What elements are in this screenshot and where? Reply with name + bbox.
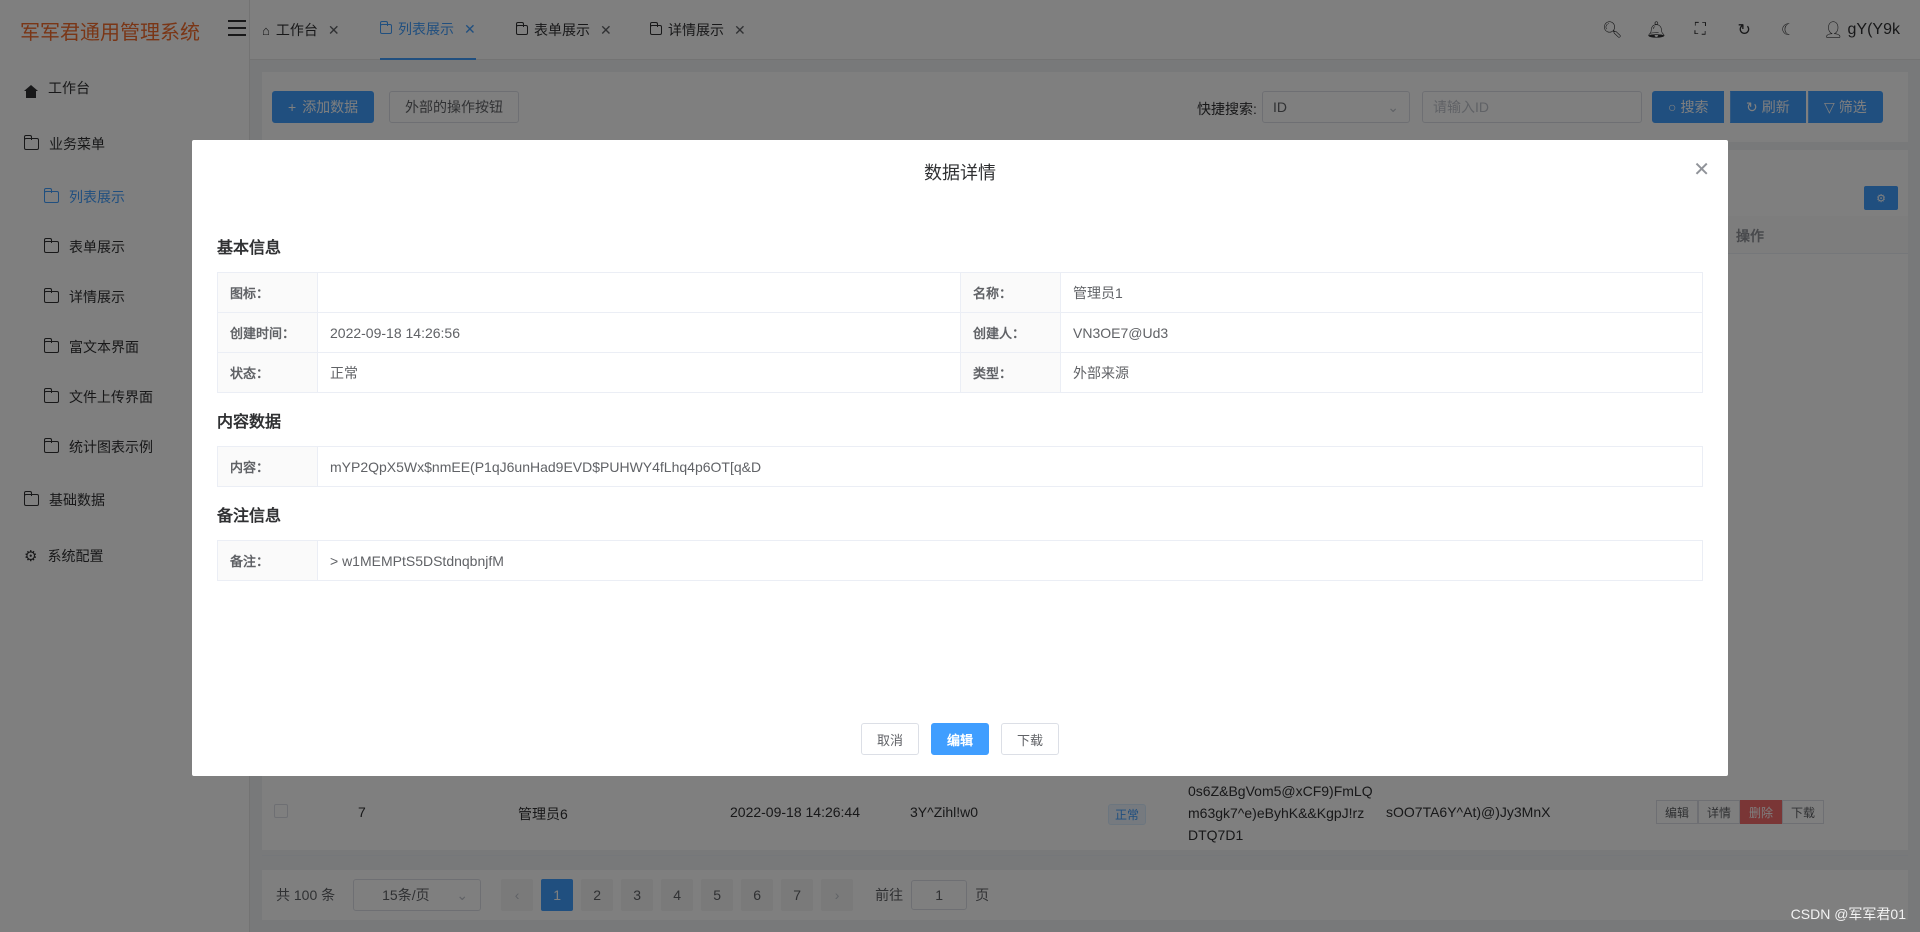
dialog-title: 数据详情 xyxy=(924,163,996,183)
data-detail-dialog: 数据详情 ✕ 基本信息 图标： 名称： 管理员1 创建时间： 2022-09-1… xyxy=(192,140,1728,776)
remark-value: > w1MEMPtS5DStdnqbnjfM xyxy=(317,540,1703,581)
section-remark-info: 备注信息 xyxy=(217,508,282,525)
field-label: 图标： xyxy=(217,272,318,313)
content-value: mYP2QpX5Wx$nmEE(P1qJ6unHad9EVD$PUHWY4fLh… xyxy=(317,446,1703,487)
content-table: 内容： mYP2QpX5Wx$nmEE(P1qJ6unHad9EVD$PUHWY… xyxy=(217,446,1703,487)
field-label: 类型： xyxy=(960,352,1061,393)
created-value: 2022-09-18 14:26:56 xyxy=(317,312,961,353)
watermark: CSDN @军军君01 xyxy=(1790,906,1906,922)
edit-button[interactable]: 编辑 xyxy=(930,723,989,755)
section-content-data: 内容数据 xyxy=(217,414,282,431)
type-value: 外部来源 xyxy=(1060,352,1703,393)
creator-value: VN3OE7@Ud3 xyxy=(1060,312,1703,353)
download-button[interactable]: 下载 xyxy=(1001,723,1060,755)
remark-table: 备注： > w1MEMPtS5DStdnqbnjfM xyxy=(217,540,1703,581)
status-value: 正常 xyxy=(317,352,961,393)
dialog-footer: 取消 编辑 下载 xyxy=(192,723,1728,755)
close-icon[interactable]: ✕ xyxy=(1693,160,1710,180)
field-label: 创建人： xyxy=(960,312,1061,353)
name-value: 管理员1 xyxy=(1060,272,1703,313)
cancel-button[interactable]: 取消 xyxy=(860,723,919,755)
icon-value xyxy=(317,272,961,313)
section-basic-info: 基本信息 xyxy=(217,240,282,257)
field-label: 内容： xyxy=(217,446,318,487)
basic-info-table: 图标： 名称： 管理员1 创建时间： 2022-09-18 14:26:56 创… xyxy=(217,272,1703,393)
field-label: 创建时间： xyxy=(217,312,318,353)
field-label: 名称： xyxy=(960,272,1061,313)
field-label: 状态： xyxy=(217,352,318,393)
field-label: 备注： xyxy=(217,540,318,581)
